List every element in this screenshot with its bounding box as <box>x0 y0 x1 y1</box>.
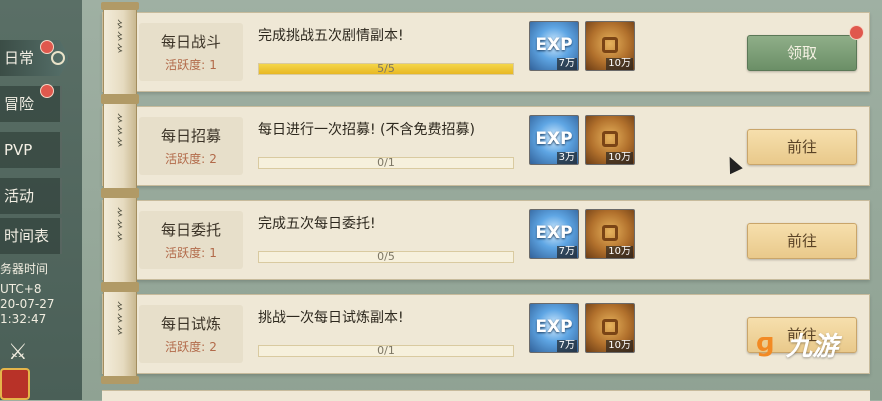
quest-name: 每日委托 <box>160 221 221 239</box>
quest-title-box: 每日试炼 活跃度: 2 <box>139 305 243 363</box>
coin-reward-icon[interactable]: 10万 <box>585 209 635 259</box>
tab-event[interactable]: 活动 <box>0 178 62 214</box>
exp-quantity: 7万 <box>556 246 577 258</box>
adventure-notification-dot <box>40 84 54 98</box>
exp-label: EXP <box>535 129 573 149</box>
exp-quantity: 7万 <box>556 58 577 70</box>
treasure-chest-icon[interactable] <box>0 368 30 400</box>
tab-pvp-label: PVP <box>4 141 33 159</box>
activity-value: 1 <box>209 58 217 72</box>
exp-quantity: 7万 <box>556 340 577 352</box>
activity-label: 活跃度: <box>165 340 206 354</box>
progress-text: 0/5 <box>377 250 395 263</box>
exp-reward-icon[interactable]: EXP 7万 <box>529 21 579 71</box>
exp-label: EXP <box>535 317 573 337</box>
progress-bar: 0/5 <box>258 251 514 263</box>
quest-name: 每日试炼 <box>160 315 221 333</box>
coin-hole-icon <box>602 37 618 53</box>
activity-label: 活跃度: <box>165 58 206 72</box>
go-button[interactable]: 前往 <box>747 223 857 259</box>
progress-bar: 0/1 <box>258 345 514 357</box>
coin-quantity: 10万 <box>606 152 633 164</box>
character-icon[interactable]: ⚔ <box>8 340 28 365</box>
go-button[interactable]: 前往 <box>747 129 857 165</box>
progress-text: 0/1 <box>377 156 395 169</box>
activity-value: 2 <box>209 340 217 354</box>
activity-value: 1 <box>209 246 217 260</box>
quest-title-box: 每日战斗 活跃度: 1 <box>139 23 243 81</box>
exp-label: EXP <box>535 35 573 55</box>
server-date: 20-07-27 <box>0 297 55 311</box>
quest-row-daily-battle: 〻〻〻 每日战斗 活跃度: 1 完成挑战五次剧情副本! 5/5 EXP 7万 10… <box>101 2 870 102</box>
quest-row-daily-trial: 〻〻〻 每日试炼 活跃度: 2 挑战一次每日试炼副本! 0/1 EXP 7万 10… <box>101 284 870 384</box>
claim-notification-dot <box>849 25 864 40</box>
scroll-handle-icon: 〻〻〻 <box>101 284 139 384</box>
quest-description: 每日进行一次招募! (不含免费招募) <box>258 122 475 138</box>
exp-reward-icon[interactable]: EXP 7万 <box>529 209 579 259</box>
quest-description: 完成五次每日委托! <box>258 216 376 232</box>
scroll-handle-icon: 〻〻〻 <box>101 96 139 196</box>
quest-title-box: 每日委托 活跃度: 1 <box>139 211 243 269</box>
server-time-label: 务器时间 <box>0 262 49 276</box>
server-clock: 1:32:47 <box>0 312 47 326</box>
quest-name: 每日招募 <box>160 127 221 145</box>
tab-pvp[interactable]: PVP <box>0 132 62 168</box>
activity-points: 活跃度: 2 <box>139 150 243 167</box>
coin-quantity: 10万 <box>606 58 633 70</box>
coin-quantity: 10万 <box>606 246 633 258</box>
activity-points: 活跃度: 1 <box>139 56 243 73</box>
coin-hole-icon <box>602 131 618 147</box>
coin-reward-icon[interactable]: 10万 <box>585 21 635 71</box>
quest-description: 挑战一次每日试炼副本! <box>258 310 404 326</box>
watermark-logo-icon: ɡ <box>756 328 775 358</box>
quest-row-daily-commission: 〻〻〻 每日委托 活跃度: 1 完成五次每日委托! 0/5 EXP 7万 10万 … <box>101 190 870 290</box>
side-menu: 日常 冒险 PVP 活动 时间表 务器时间 UTC+8 20-07-27 1:3… <box>0 0 82 400</box>
activity-points: 活跃度: 1 <box>139 244 243 261</box>
next-quest-row-partial <box>102 390 870 401</box>
exp-reward-icon[interactable]: EXP 3万 <box>529 115 579 165</box>
coin-hole-icon <box>602 319 618 335</box>
scroll-handle-icon: 〻〻〻 <box>101 190 139 290</box>
activity-label: 活跃度: <box>165 246 206 260</box>
exp-label: EXP <box>535 223 573 243</box>
daily-notification-dot <box>40 40 54 54</box>
activity-label: 活跃度: <box>165 152 206 166</box>
quest-description: 完成挑战五次剧情副本! <box>258 28 404 44</box>
progress-bar: 0/1 <box>258 157 514 169</box>
tab-schedule-label: 时间表 <box>4 227 50 245</box>
quest-row-daily-recruit: 〻〻〻 每日招募 活跃度: 2 每日进行一次招募! (不含免费招募) 0/1 EX… <box>101 96 870 196</box>
progress-text: 5/5 <box>377 62 395 75</box>
coin-reward-icon[interactable]: 10万 <box>585 303 635 353</box>
coin-hole-icon <box>602 225 618 241</box>
server-timezone: UTC+8 <box>0 282 42 296</box>
progress-text: 0/1 <box>377 344 395 357</box>
watermark-text: 九游 <box>786 332 839 362</box>
coin-reward-icon[interactable]: 10万 <box>585 115 635 165</box>
tab-schedule[interactable]: 时间表 <box>0 218 62 254</box>
claim-button[interactable]: 领取 <box>747 35 857 71</box>
activity-points: 活跃度: 2 <box>139 338 243 355</box>
progress-bar: 5/5 <box>258 63 514 75</box>
exp-quantity: 3万 <box>556 152 577 164</box>
quest-title-box: 每日招募 活跃度: 2 <box>139 117 243 175</box>
active-indicator-icon <box>51 51 65 65</box>
scroll-handle-icon: 〻〻〻 <box>101 2 139 102</box>
quest-name: 每日战斗 <box>160 33 221 51</box>
coin-quantity: 10万 <box>606 340 633 352</box>
tab-daily-label: 日常 <box>4 49 35 67</box>
tab-adventure-label: 冒险 <box>4 95 35 113</box>
tab-event-label: 活动 <box>4 187 35 205</box>
exp-reward-icon[interactable]: EXP 7万 <box>529 303 579 353</box>
activity-value: 2 <box>209 152 217 166</box>
